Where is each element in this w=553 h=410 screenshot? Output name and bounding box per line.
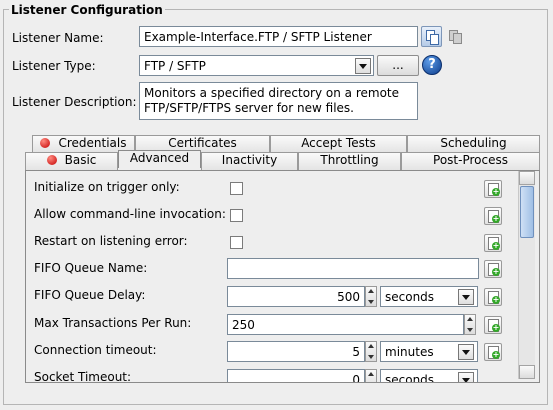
section-title: Listener Configuration xyxy=(9,3,165,17)
chevron-down-icon xyxy=(359,64,367,69)
add-variable-icon[interactable]: + xyxy=(484,343,502,361)
restart-on-error-label: Restart on listening error: xyxy=(34,234,188,248)
initialize-on-trigger-checkbox[interactable] xyxy=(230,182,243,195)
tab-inactivity[interactable]: Inactivity xyxy=(201,152,298,170)
fifo-queue-delay-unit: seconds xyxy=(385,290,435,304)
fifo-queue-delay-input[interactable]: 500 xyxy=(227,286,365,307)
allow-cmdline-checkbox[interactable] xyxy=(230,209,243,222)
socket-timeout-unit-dropdown[interactable] xyxy=(458,372,474,382)
max-transactions-input[interactable]: 250 xyxy=(227,314,464,335)
error-icon xyxy=(40,138,51,148)
tab-basic-label: Basic xyxy=(64,153,97,167)
tab-scheduling[interactable]: Scheduling xyxy=(407,135,540,152)
copy-name-icon[interactable] xyxy=(421,26,442,47)
fifo-queue-name-input[interactable] xyxy=(227,258,479,279)
socket-timeout-spinner[interactable] xyxy=(365,369,377,382)
help-icon[interactable]: ? xyxy=(422,55,442,75)
connection-timeout-unit-dropdown[interactable] xyxy=(458,344,474,360)
tab-throttling[interactable]: Throttling xyxy=(298,152,401,170)
tab-credentials-label: Credentials xyxy=(58,136,127,150)
browse-button[interactable]: ... xyxy=(377,55,419,76)
chevron-down-icon xyxy=(462,295,470,300)
scrollbar-thumb[interactable] xyxy=(520,186,534,238)
description-line-1: Monitors a specified directory on a remo… xyxy=(144,86,400,100)
add-variable-icon[interactable]: + xyxy=(484,234,502,252)
initialize-on-trigger-label: Initialize on trigger only: xyxy=(34,180,180,194)
listener-description-textarea[interactable]: Monitors a specified directory on a remo… xyxy=(139,82,418,120)
connection-timeout-input[interactable]: 5 xyxy=(227,341,365,362)
fifo-queue-delay-spinner[interactable] xyxy=(365,286,377,307)
paste-name-icon[interactable] xyxy=(446,27,466,47)
listener-type-dropdown-button[interactable] xyxy=(355,58,371,74)
listener-description-label: Listener Description: xyxy=(12,95,137,109)
fifo-queue-name-label: FIFO Queue Name: xyxy=(34,261,148,275)
fifo-queue-delay-unit-dropdown[interactable] xyxy=(458,289,474,305)
advanced-panel: Initialize on trigger only: + Allow comm… xyxy=(25,170,540,383)
allow-cmdline-label: Allow command-line invocation: xyxy=(34,207,226,221)
tab-basic[interactable]: Basic xyxy=(25,152,118,170)
fifo-queue-delay-label: FIFO Queue Delay: xyxy=(34,288,146,302)
add-variable-icon[interactable]: + xyxy=(484,207,502,225)
socket-timeout-unit: seconds xyxy=(385,373,435,383)
tab-post-process[interactable]: Post-Process xyxy=(401,152,540,170)
socket-timeout-label: Socket Timeout: xyxy=(34,370,132,383)
chevron-down-icon xyxy=(462,350,470,355)
scroll-up-button[interactable] xyxy=(519,171,535,185)
add-variable-icon[interactable]: + xyxy=(484,260,502,278)
description-line-2: FTP/SFTP/FTPS server for new files. xyxy=(144,101,354,115)
listener-type-value: FTP / SFTP xyxy=(144,59,206,73)
listener-name-input[interactable]: Example-Interface.FTP / SFTP Listener xyxy=(139,26,418,47)
listener-type-label: Listener Type: xyxy=(12,59,96,73)
connection-timeout-unit: minutes xyxy=(385,345,434,359)
scroll-down-button[interactable] xyxy=(519,365,535,379)
max-transactions-label: Max Transactions Per Run: xyxy=(34,316,192,330)
add-variable-icon[interactable]: + xyxy=(484,288,502,306)
error-icon xyxy=(46,155,57,165)
listener-name-label: Listener Name: xyxy=(12,31,104,45)
socket-timeout-input[interactable]: 0 xyxy=(227,369,365,382)
restart-on-error-checkbox[interactable] xyxy=(230,236,243,249)
connection-timeout-spinner[interactable] xyxy=(365,341,377,362)
add-variable-icon[interactable]: + xyxy=(484,316,502,334)
chevron-down-icon xyxy=(462,378,470,382)
connection-timeout-label: Connection timeout: xyxy=(34,343,157,357)
tab-accept-tests[interactable]: Accept Tests xyxy=(270,135,407,152)
max-transactions-spinner[interactable] xyxy=(464,314,476,335)
listener-type-select[interactable]: FTP / SFTP xyxy=(139,55,374,76)
tab-advanced[interactable]: Advanced xyxy=(118,150,201,168)
add-variable-icon[interactable]: + xyxy=(484,180,502,198)
panel-scrollbar[interactable] xyxy=(518,171,535,379)
